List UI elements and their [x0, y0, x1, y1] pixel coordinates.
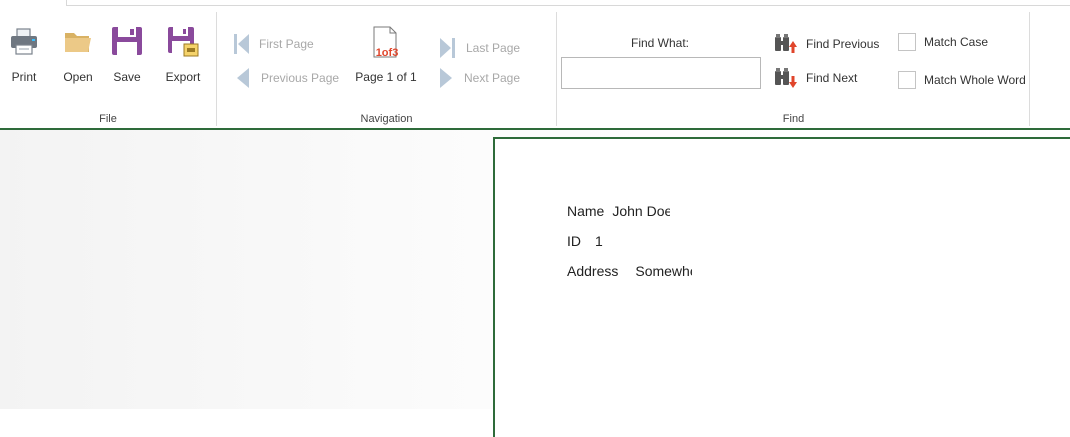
first-page-button[interactable]: First Page	[233, 33, 314, 55]
last-page-button[interactable]: Last Page	[438, 37, 520, 59]
next-page-label: Next Page	[464, 71, 521, 85]
ribbon-top-border	[66, 0, 1070, 6]
group-separator	[1029, 12, 1030, 126]
group-separator	[556, 12, 557, 126]
id-value: 1	[595, 233, 603, 249]
name-label: Name	[567, 203, 605, 219]
navigation-group-label: Navigation	[360, 113, 413, 125]
binoculars-up-icon	[775, 34, 797, 53]
page-icon-text: 1of3	[376, 47, 399, 59]
page-status: Page 1 of 1	[355, 70, 417, 84]
next-page-button[interactable]: Next Page	[438, 67, 520, 89]
ribbon: Print Open Save Export File First Page P…	[0, 0, 1070, 130]
id-label: ID	[567, 233, 581, 249]
previous-page-label: Previous Page	[261, 71, 340, 85]
find-previous-button[interactable]: Find Previous	[774, 33, 879, 55]
address-value: Somewhere	[635, 263, 692, 279]
first-page-icon	[234, 34, 249, 54]
file-group-label: File	[99, 113, 117, 125]
binoculars-down-icon	[775, 68, 797, 88]
folder-icon	[61, 24, 95, 58]
address-field: Address Somewhere	[567, 263, 692, 279]
match-case-box[interactable]	[898, 33, 916, 51]
id-field: ID 1	[567, 233, 603, 249]
match-whole-word-checkbox[interactable]: Match Whole Word	[898, 69, 1026, 91]
last-page-label: Last Page	[466, 41, 521, 55]
printer-icon	[7, 24, 41, 58]
previous-page-icon	[237, 68, 249, 88]
last-page-icon	[440, 38, 455, 58]
group-separator	[216, 12, 217, 126]
save-label: Save	[113, 70, 141, 84]
export-button[interactable]: Export	[159, 22, 207, 92]
floppy-disk-icon	[110, 24, 144, 58]
name-field: Name John Doe	[567, 203, 670, 219]
open-label: Open	[63, 70, 93, 84]
page-document-icon: 1of3	[365, 26, 405, 62]
next-page-icon	[440, 68, 452, 88]
find-what-input[interactable]	[561, 57, 761, 89]
find-next-label: Find Next	[806, 71, 858, 85]
find-next-button[interactable]: Find Next	[774, 67, 857, 89]
print-button[interactable]: Print	[0, 22, 48, 92]
match-whole-word-box[interactable]	[898, 71, 916, 89]
previous-page-button[interactable]: Previous Page	[235, 67, 339, 89]
export-label: Export	[165, 70, 201, 84]
export-icon	[166, 24, 200, 58]
open-button[interactable]: Open	[54, 22, 102, 92]
first-page-label: First Page	[259, 37, 314, 51]
match-case-label: Match Case	[924, 35, 989, 49]
match-case-checkbox[interactable]: Match Case	[898, 31, 988, 53]
address-label: Address	[567, 263, 619, 279]
name-value: John Doe	[612, 203, 671, 219]
save-button[interactable]: Save	[103, 22, 151, 92]
find-what-label: Find What:	[630, 36, 690, 50]
find-previous-label: Find Previous	[806, 37, 880, 51]
match-whole-word-label: Match Whole Word	[924, 73, 1026, 87]
find-group-label: Find	[782, 113, 805, 125]
print-label: Print	[11, 70, 37, 84]
report-page: Name John Doe ID 1 Address Somewhere	[493, 137, 1070, 437]
